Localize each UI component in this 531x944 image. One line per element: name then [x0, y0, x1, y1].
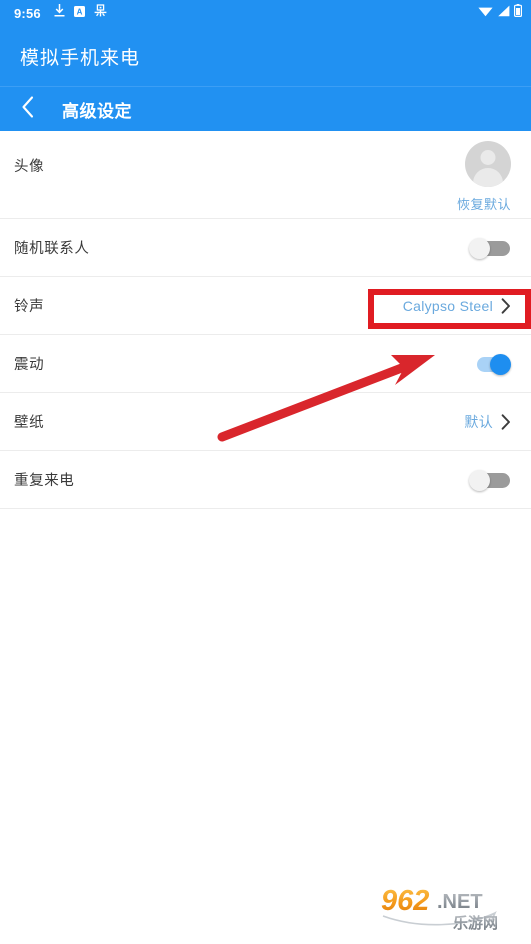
restore-default-link[interactable]: 恢复默认	[457, 194, 511, 213]
status-bar-system-icons	[478, 4, 523, 22]
app-title-bar: 模拟手机来电	[0, 26, 531, 86]
download-icon	[54, 4, 65, 22]
ringtone-value: Calypso Steel	[402, 297, 493, 314]
avatar-head-shape	[480, 150, 496, 165]
watermark-962: 962	[381, 885, 429, 917]
chevron-right-icon	[501, 413, 511, 430]
setting-label-random-contact: 随机联系人	[14, 241, 90, 257]
toggle-knob	[490, 353, 511, 375]
phone-screen: 9:56 A 模拟手机来电 高级设定 头像 恢复默认 随机联系人 铃声 Caly…	[0, 0, 531, 944]
setting-label-ringtone: 铃声	[14, 299, 45, 315]
toggle-vibration[interactable]	[469, 353, 511, 375]
wifi-icon	[478, 4, 493, 22]
setting-row-vibration[interactable]: 震动	[0, 335, 531, 393]
watermark-cn: 乐游网	[453, 914, 498, 932]
status-bar-clock: 9:56	[14, 5, 41, 21]
setting-row-avatar[interactable]: 头像 恢复默认	[0, 131, 531, 219]
status-bar: 9:56 A	[0, 0, 531, 26]
site-watermark: 962 .NET 乐游网	[381, 885, 498, 932]
battery-icon	[514, 4, 523, 22]
signal-icon	[497, 4, 510, 22]
svg-text:A: A	[76, 8, 82, 17]
wallpaper-value-group[interactable]: 默认	[464, 412, 511, 432]
watermark-net: .NET	[437, 891, 483, 913]
settings-list: 头像 恢复默认 随机联系人 铃声 Calypso Steel 震动 壁纸 默认 …	[0, 131, 531, 509]
toggle-knob	[469, 237, 490, 259]
ringtone-value-group[interactable]: Calypso Steel	[403, 298, 511, 314]
setting-row-ringtone[interactable]: 铃声 Calypso Steel	[0, 277, 531, 335]
watermark-swoosh	[382, 911, 497, 926]
chinese-glyph-icon	[94, 4, 107, 22]
setting-label-vibration: 震动	[14, 357, 45, 373]
avatar-body-shape	[473, 168, 503, 187]
wallpaper-value: 默认	[464, 413, 493, 430]
toggle-random-contact[interactable]	[469, 237, 511, 259]
setting-label-wallpaper: 壁纸	[14, 415, 45, 431]
toggle-repeat-call[interactable]	[469, 469, 511, 491]
chevron-left-icon	[21, 95, 35, 123]
setting-row-wallpaper[interactable]: 壁纸 默认	[0, 393, 531, 451]
letter-a-icon: A	[73, 4, 85, 22]
toggle-knob	[469, 469, 490, 491]
setting-row-random-contact[interactable]: 随机联系人	[0, 219, 531, 277]
status-bar-notification-icons: A	[54, 4, 107, 22]
back-button[interactable]	[14, 95, 42, 123]
setting-label-avatar: 头像	[14, 159, 45, 175]
sub-header: 高级设定	[0, 87, 531, 131]
app-title: 模拟手机来电	[20, 47, 141, 69]
avatar-control-group: 恢复默认	[457, 141, 511, 213]
setting-label-repeat-call: 重复来电	[14, 473, 75, 489]
chevron-right-icon	[501, 297, 511, 314]
page-title: 高级设定	[62, 101, 132, 121]
avatar[interactable]	[465, 141, 511, 187]
setting-row-repeat-call[interactable]: 重复来电	[0, 451, 531, 509]
